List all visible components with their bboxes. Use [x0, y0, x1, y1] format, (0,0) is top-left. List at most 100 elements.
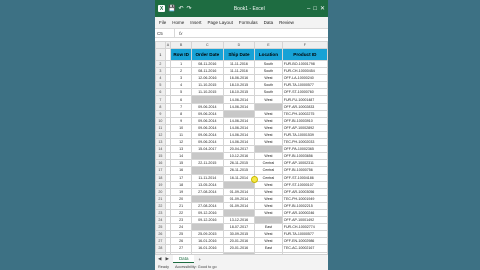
- add-sheet-button[interactable]: +: [198, 257, 201, 262]
- order-date-cell[interactable]: 09-06-2014: [191, 102, 224, 111]
- order-date-cell[interactable]: 11-10-2015: [191, 81, 224, 90]
- location-cell[interactable]: West: [254, 138, 283, 147]
- row-header[interactable]: 19: [155, 180, 166, 189]
- product-id-cell[interactable]: FUR-FU-10001487: [281, 95, 328, 104]
- ship-date-cell[interactable]: 01-09-2014: [222, 187, 256, 196]
- column-title[interactable]: Order Date: [191, 48, 224, 61]
- ship-date-cell[interactable]: 16-06-2016: [222, 74, 256, 83]
- product-id-cell[interactable]: TEC-PH-10002033: [281, 138, 328, 147]
- row-id-cell[interactable]: 10: [170, 123, 193, 132]
- location-cell[interactable]: West: [254, 201, 283, 210]
- location-cell[interactable]: West: [254, 116, 283, 125]
- location-cell[interactable]: West: [254, 130, 283, 140]
- ship-date-cell[interactable]: 26-11-2015: [222, 166, 256, 175]
- ship-date-cell[interactable]: 14-06-2014: [222, 123, 256, 132]
- order-date-cell[interactable]: 08-11-2016: [191, 67, 224, 76]
- row-header[interactable]: 17: [155, 166, 166, 175]
- row-header[interactable]: 5: [155, 81, 166, 90]
- order-date-cell[interactable]: [191, 95, 224, 104]
- ship-date-cell[interactable]: 18-10-2015: [222, 88, 256, 97]
- row-id-cell[interactable]: 16: [170, 166, 193, 175]
- ship-date-cell[interactable]: 14-06-2014: [222, 138, 256, 147]
- row-header[interactable]: 24: [155, 216, 166, 225]
- ship-date-cell[interactable]: 20-01-2016: [222, 237, 256, 246]
- row-header[interactable]: 15: [155, 152, 166, 161]
- ribbon-tab-insert[interactable]: Insert: [190, 20, 201, 25]
- product-id-cell[interactable]: TEC-AC-10002167: [281, 244, 328, 253]
- product-id-cell[interactable]: OFF-ST-10004186: [281, 173, 328, 182]
- row-id-cell[interactable]: 8: [170, 109, 193, 118]
- product-id-cell[interactable]: OFF-AP-10002311: [281, 159, 328, 168]
- product-id-cell[interactable]: OFF-AR-10002833: [281, 102, 328, 111]
- column-header-f[interactable]: F: [281, 41, 328, 49]
- row-header[interactable]: 16: [155, 159, 166, 168]
- product-id-cell[interactable]: FUR-TA-10000577: [281, 230, 328, 239]
- location-cell[interactable]: West: [254, 109, 283, 118]
- ship-date-cell[interactable]: 20-04-2017: [222, 145, 256, 154]
- location-cell[interactable]: South: [254, 67, 283, 76]
- select-all-corner[interactable]: [155, 41, 166, 49]
- prev-sheet-icon[interactable]: ◀: [158, 256, 161, 262]
- row-id-cell[interactable]: 25: [170, 230, 193, 239]
- ship-date-cell[interactable]: [222, 109, 256, 118]
- order-date-cell[interactable]: 25-09-2015: [191, 230, 224, 239]
- order-date-cell[interactable]: 22-11-2015: [191, 159, 224, 168]
- row-header[interactable]: 13: [155, 138, 166, 147]
- location-cell[interactable]: East: [254, 223, 283, 232]
- row-header[interactable]: 12: [155, 130, 166, 140]
- product-id-cell[interactable]: FUR-CH-10000454: [281, 67, 328, 76]
- product-id-cell[interactable]: OFF-BI-10003910: [281, 116, 328, 125]
- product-id-cell[interactable]: OFF-ST-10000760: [281, 88, 328, 97]
- order-date-cell[interactable]: [191, 194, 224, 203]
- row-id-cell[interactable]: 12: [170, 138, 193, 147]
- location-cell[interactable]: West: [254, 208, 283, 218]
- row-id-cell[interactable]: 20: [170, 194, 193, 203]
- row-id-cell[interactable]: 18: [170, 180, 193, 189]
- column-header-e[interactable]: E: [254, 41, 283, 49]
- row-id-cell[interactable]: 14: [170, 152, 193, 161]
- product-id-cell[interactable]: OFF-EN-10002986: [281, 237, 328, 246]
- ship-date-cell[interactable]: 18-07-2017: [222, 223, 256, 232]
- product-id-cell[interactable]: OFF-AP-10001492: [281, 216, 328, 225]
- row-id-cell[interactable]: 17: [170, 173, 193, 182]
- product-id-cell[interactable]: FUR-TA-10001539: [281, 130, 328, 140]
- row-header[interactable]: 26: [155, 230, 166, 239]
- location-cell[interactable]: South: [254, 88, 283, 97]
- location-cell[interactable]: South: [254, 59, 283, 69]
- row-id-cell[interactable]: 5: [170, 88, 193, 97]
- row-header[interactable]: 2: [155, 59, 166, 69]
- row-id-cell[interactable]: 9: [170, 116, 193, 125]
- product-id-cell[interactable]: OFF-AR-10003056: [281, 187, 328, 196]
- row-header[interactable]: 23: [155, 208, 166, 218]
- accessibility-status[interactable]: Accessibility: Good to go: [175, 265, 217, 269]
- order-date-cell[interactable]: 11-11-2014: [191, 173, 224, 182]
- name-box[interactable]: C5: [155, 29, 175, 37]
- row-id-cell[interactable]: 4: [170, 81, 193, 90]
- product-id-cell[interactable]: OFF-BI-10002215: [281, 201, 328, 210]
- ship-date-cell[interactable]: 14-06-2014: [222, 116, 256, 125]
- product-id-cell[interactable]: FUR-BO-10001798: [281, 59, 328, 69]
- location-cell[interactable]: East: [254, 244, 283, 253]
- order-date-cell[interactable]: 27-08-2014: [191, 187, 224, 196]
- row-header[interactable]: 8: [155, 102, 166, 111]
- order-date-cell[interactable]: 11-10-2015: [191, 88, 224, 97]
- order-date-cell[interactable]: [191, 166, 224, 175]
- row-id-cell[interactable]: 2: [170, 67, 193, 76]
- location-cell[interactable]: South: [254, 81, 283, 90]
- product-id-cell[interactable]: OFF-AP-10002892: [281, 123, 328, 132]
- order-date-cell[interactable]: 09-06-2014: [191, 130, 224, 140]
- product-id-cell[interactable]: OFF-BI-10000756: [281, 166, 328, 175]
- product-id-cell[interactable]: TEC-PH-10001949: [281, 194, 328, 203]
- ship-date-cell[interactable]: 30-09-2015: [222, 230, 256, 239]
- order-date-cell[interactable]: 15-04-2017: [191, 145, 224, 154]
- column-header-d[interactable]: D: [222, 41, 256, 49]
- row-header[interactable]: 10: [155, 116, 166, 125]
- column-header-c[interactable]: C: [191, 41, 224, 49]
- row-id-cell[interactable]: 26: [170, 237, 193, 246]
- ship-date-cell[interactable]: 14-06-2014: [222, 102, 256, 111]
- ship-date-cell[interactable]: [222, 208, 256, 218]
- save-icon[interactable]: 💾: [168, 5, 175, 12]
- ship-date-cell[interactable]: 13-12-2016: [222, 216, 256, 225]
- product-id-cell[interactable]: OFF-LA-10000240: [281, 74, 328, 83]
- row-header[interactable]: 4: [155, 74, 166, 83]
